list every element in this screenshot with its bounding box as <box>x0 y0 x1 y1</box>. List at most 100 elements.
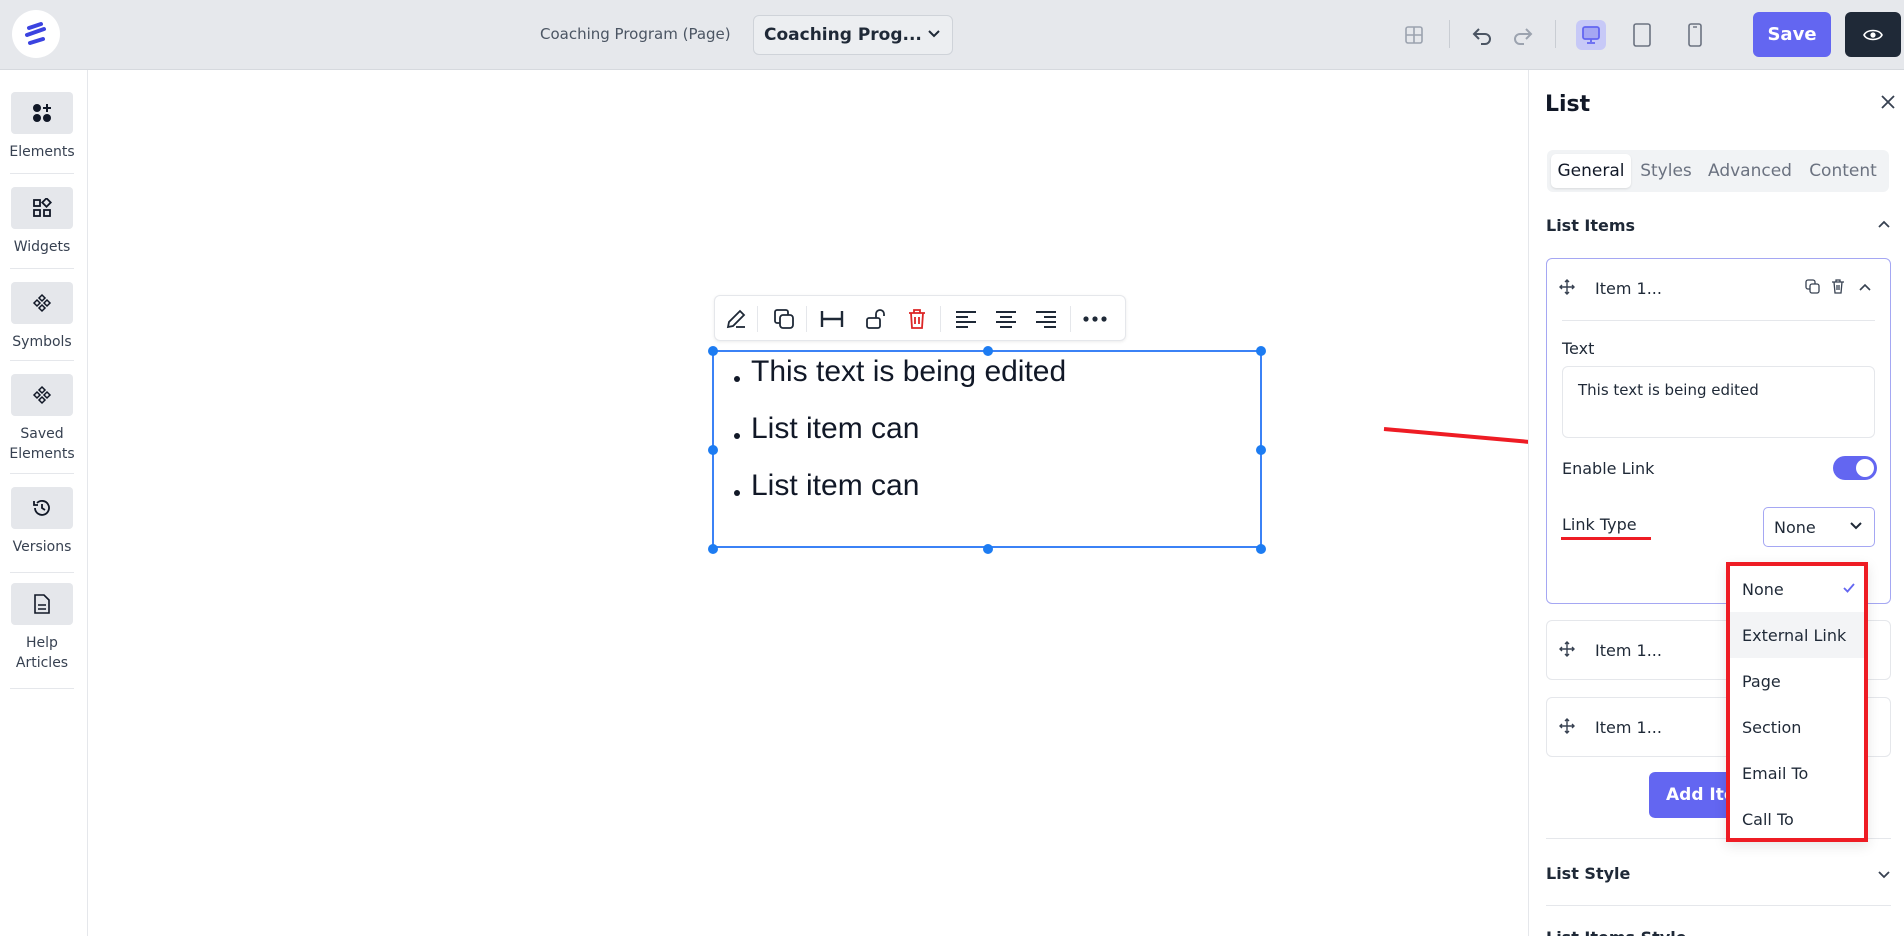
panel-title: List <box>1545 92 1591 117</box>
resize-handle[interactable] <box>1256 544 1266 554</box>
history-icon <box>11 487 73 529</box>
sidebar-item-widgets[interactable]: Widgets <box>0 187 84 257</box>
enable-link-label: Enable Link <box>1562 459 1655 478</box>
left-sidebar: Elements Widgets Symbols Saved Elements … <box>0 70 88 936</box>
tab-general[interactable]: General <box>1551 154 1631 188</box>
list-item[interactable]: List item can <box>729 409 1066 466</box>
drag-handle-icon[interactable] <box>1559 718 1575 738</box>
item-name: Item 1... <box>1595 279 1662 298</box>
dropdown-option-email-to[interactable]: Email To <box>1730 750 1864 796</box>
sidebar-item-versions[interactable]: Versions <box>0 487 84 557</box>
resize-handle[interactable] <box>708 346 718 356</box>
text-field-label: Text <box>1562 339 1595 358</box>
list-item[interactable]: List item can <box>729 466 1066 523</box>
drag-handle-icon[interactable] <box>1559 641 1575 661</box>
duplicate-icon[interactable] <box>768 304 800 334</box>
sidebar-divider <box>10 572 74 573</box>
document-icon <box>11 583 73 625</box>
eye-icon <box>1863 29 1883 40</box>
edit-icon[interactable] <box>720 304 752 334</box>
sidebar-item-symbols[interactable]: Symbols <box>0 282 84 352</box>
align-center-icon[interactable] <box>990 304 1022 334</box>
element-toolbar <box>714 295 1126 341</box>
trash-icon[interactable] <box>901 304 933 334</box>
link-type-dropdown: None External Link Page Section Email To… <box>1726 562 1868 842</box>
save-button[interactable]: Save <box>1753 12 1831 57</box>
list-item-card: Item 1... Text This text is being edited… <box>1546 258 1891 604</box>
undo-icon[interactable] <box>1467 20 1497 50</box>
link-type-select[interactable]: None <box>1763 507 1875 547</box>
enable-link-toggle[interactable] <box>1833 456 1877 480</box>
copy-icon[interactable] <box>1805 279 1820 298</box>
sidebar-item-elements[interactable]: Elements <box>0 92 84 162</box>
sidebar-divider <box>10 360 74 361</box>
logo-icon <box>18 16 54 52</box>
sidebar-divider <box>10 473 74 474</box>
page-select[interactable]: Coaching Prog... <box>753 15 953 55</box>
resize-handle[interactable] <box>708 544 718 554</box>
resize-handle[interactable] <box>1256 346 1266 356</box>
trash-icon[interactable] <box>1831 279 1845 298</box>
close-icon[interactable] <box>1876 90 1900 114</box>
mobile-view-icon[interactable] <box>1680 20 1710 50</box>
dropdown-option-page[interactable]: Page <box>1730 658 1864 704</box>
chevron-down-icon[interactable] <box>1876 866 1892 886</box>
preview-button[interactable] <box>1845 12 1901 57</box>
widgets-icon <box>11 187 73 229</box>
chevron-up-icon[interactable] <box>1857 279 1873 299</box>
item-name: Item 1... <box>1595 641 1662 660</box>
more-options-icon[interactable] <box>1079 304 1111 334</box>
option-label: None <box>1742 579 1784 599</box>
dropdown-option-external-link[interactable]: External Link <box>1730 612 1864 658</box>
sidebar-item-help-articles[interactable]: Help Articles <box>0 583 84 673</box>
toolbar-divider <box>1070 306 1071 332</box>
chevron-down-icon <box>1848 517 1864 537</box>
tablet-view-icon[interactable] <box>1627 20 1657 50</box>
section-title-list-style[interactable]: List Style <box>1546 864 1630 883</box>
grid-icon[interactable] <box>1399 20 1429 50</box>
redo-icon[interactable] <box>1508 20 1538 50</box>
align-right-icon[interactable] <box>1030 304 1062 334</box>
toolbar-divider <box>1449 20 1450 48</box>
tab-content[interactable]: Content <box>1801 154 1885 188</box>
sidebar-label: Help Articles <box>15 635 69 671</box>
elements-icon <box>11 92 73 134</box>
tab-advanced[interactable]: Advanced <box>1701 154 1799 188</box>
sidebar-label: Widgets <box>13 239 71 255</box>
bullet-list[interactable]: This text is being edited List item can … <box>729 352 1066 523</box>
page-select-value: Coaching Prog... <box>764 25 922 45</box>
section-title-list-items[interactable]: List Items <box>1546 216 1635 235</box>
resize-handle[interactable] <box>1256 445 1266 455</box>
text-input[interactable]: This text is being edited <box>1562 366 1875 438</box>
drag-handle-icon[interactable] <box>1559 279 1575 299</box>
full-width-icon[interactable] <box>816 304 848 334</box>
tab-styles[interactable]: Styles <box>1633 154 1699 188</box>
list-item[interactable]: This text is being edited <box>729 352 1066 409</box>
sidebar-label: Saved Elements <box>9 426 75 462</box>
app-logo[interactable] <box>12 10 60 58</box>
dropdown-option-none[interactable]: None <box>1730 566 1864 612</box>
item-header[interactable]: Item 1... <box>1547 259 1890 317</box>
saved-elements-icon <box>11 374 73 416</box>
sidebar-divider <box>10 173 74 174</box>
item-divider <box>1562 320 1875 321</box>
sidebar-divider <box>10 268 74 269</box>
sidebar-label: Versions <box>12 539 72 555</box>
toolbar-divider <box>940 306 941 332</box>
unlock-icon[interactable] <box>860 304 892 334</box>
desktop-view-icon[interactable] <box>1576 20 1606 50</box>
editor-canvas[interactable]: This text is being edited List item can … <box>89 70 1527 936</box>
resize-handle[interactable] <box>708 445 718 455</box>
sidebar-item-saved-elements[interactable]: Saved Elements <box>0 374 84 464</box>
toolbar-divider <box>757 306 758 332</box>
link-type-label: Link Type <box>1562 515 1637 534</box>
chevron-up-icon[interactable] <box>1876 216 1892 236</box>
dropdown-option-section[interactable]: Section <box>1730 704 1864 750</box>
chevron-down-icon <box>926 25 942 46</box>
sidebar-label: Elements <box>9 144 75 160</box>
section-title-list-items-style[interactable]: List Items Style <box>1546 928 1687 936</box>
toolbar-divider <box>1555 20 1556 48</box>
dropdown-option-call-to[interactable]: Call To <box>1730 796 1864 842</box>
align-left-icon[interactable] <box>950 304 982 334</box>
resize-handle[interactable] <box>983 544 993 554</box>
